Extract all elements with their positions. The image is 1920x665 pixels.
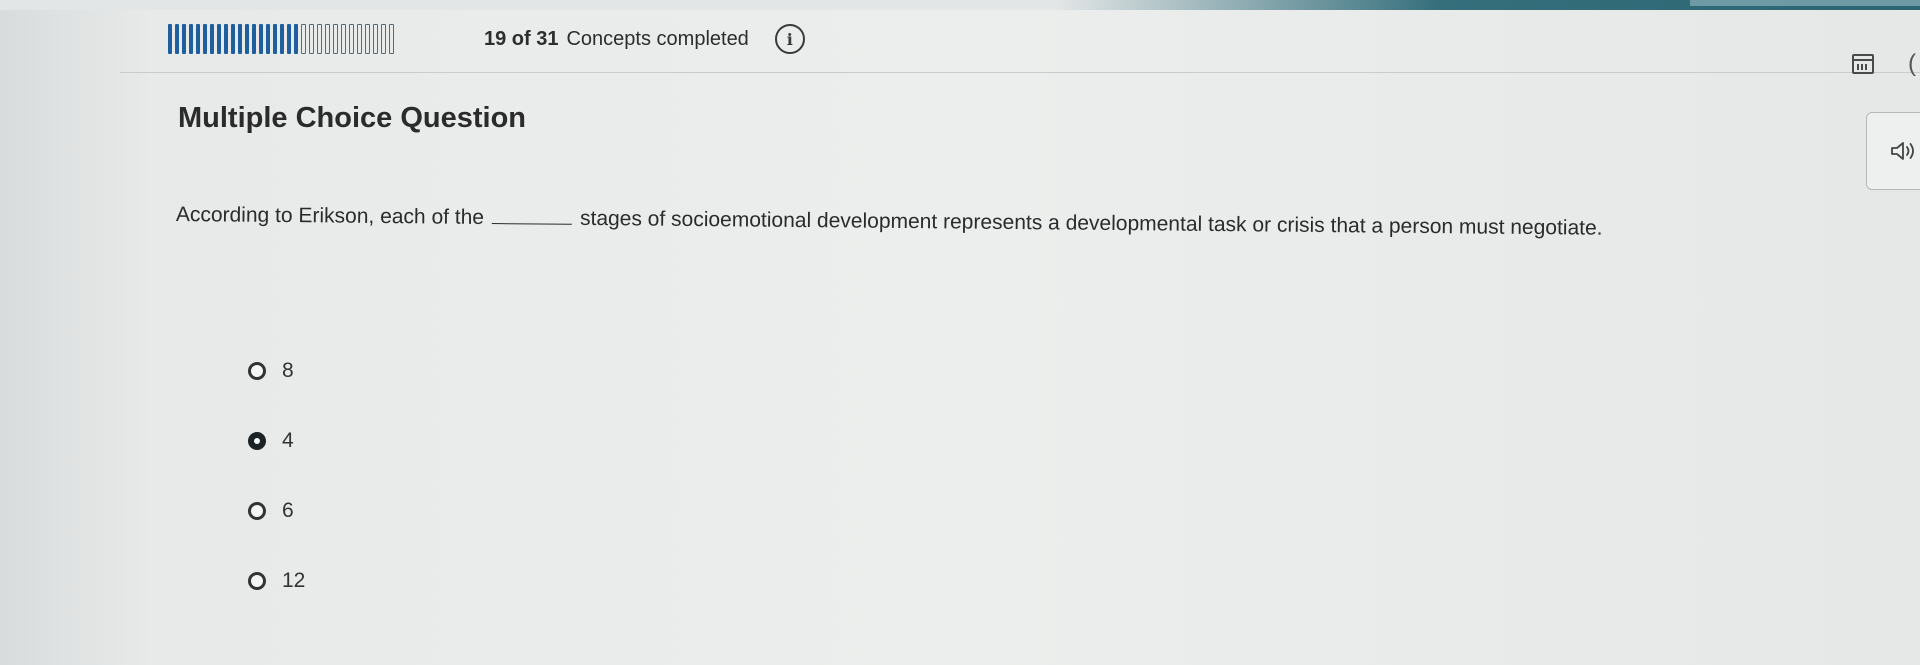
progress-segment-completed <box>266 24 270 54</box>
progress-area: 19 of 31 Concepts completed i <box>168 24 805 54</box>
radio-button[interactable] <box>248 502 266 520</box>
question-text-before: According to Erikson, each of the <box>175 203 485 229</box>
progress-segment-completed <box>287 24 291 54</box>
progress-segment-completed <box>210 24 214 54</box>
progress-segment-remaining <box>333 24 338 54</box>
progress-segment-remaining <box>381 24 386 54</box>
fill-in-blank <box>491 209 573 225</box>
progress-segment-completed <box>168 24 172 54</box>
answer-option-label: 6 <box>282 499 294 522</box>
progress-segment-completed <box>231 24 235 54</box>
cut-off-icon[interactable]: ( <box>1908 50 1916 78</box>
progress-segment-completed <box>175 24 179 54</box>
answer-option-6[interactable]: 6 <box>248 496 305 526</box>
progress-segment-remaining <box>341 24 346 54</box>
progress-segment-completed <box>189 24 193 54</box>
progress-count: 19 of 31 <box>484 27 559 50</box>
progress-segment-remaining <box>349 24 354 54</box>
progress-segment-remaining <box>357 24 362 54</box>
question-prompt: According to Erikson, each of the stages … <box>176 203 1876 243</box>
radio-button[interactable] <box>248 362 266 380</box>
concepts-progress-bar <box>168 24 468 54</box>
header-tab-edge <box>1690 0 1920 6</box>
progress-segment-remaining <box>301 24 306 54</box>
progress-segment-remaining <box>317 24 322 54</box>
answer-option-4[interactable]: 4 <box>248 426 305 456</box>
radio-button[interactable] <box>248 572 266 590</box>
answer-option-label: 8 <box>282 359 294 382</box>
progress-suffix: Concepts completed <box>566 27 749 50</box>
progress-segment-remaining <box>373 24 378 54</box>
progress-segment-remaining <box>389 24 394 54</box>
answer-option-12[interactable]: 12 <box>248 566 305 596</box>
progress-segment-completed <box>217 24 221 54</box>
progress-segment-completed <box>259 24 263 54</box>
speaker-icon <box>1891 142 1914 160</box>
progress-segment-remaining <box>365 24 370 54</box>
question-type-heading: Multiple Choice Question <box>178 102 527 134</box>
radio-button-selected[interactable] <box>248 432 266 450</box>
question-text-after: stages of socioemotional development rep… <box>579 206 1603 240</box>
progress-segment-completed <box>273 24 277 54</box>
header-divider <box>120 72 1920 73</box>
progress-segment-completed <box>196 24 200 54</box>
answer-option-label: 4 <box>282 429 294 452</box>
answer-options: 8 4 6 12 <box>248 356 305 596</box>
progress-segment-remaining <box>309 24 314 54</box>
progress-segment-completed <box>280 24 284 54</box>
progress-segment-completed <box>252 24 256 54</box>
progress-segment-completed <box>294 24 298 54</box>
progress-segment-remaining <box>325 24 330 54</box>
read-aloud-button[interactable] <box>1866 112 1920 190</box>
calendar-icon[interactable] <box>1852 54 1874 74</box>
progress-segment-completed <box>245 24 249 54</box>
progress-label: 19 of 31 Concepts completed <box>484 28 749 51</box>
answer-option-label: 12 <box>282 569 306 592</box>
top-header-strip <box>0 0 1920 10</box>
progress-segment-completed <box>182 24 186 54</box>
progress-segment-completed <box>203 24 207 54</box>
info-icon[interactable]: i <box>774 24 805 54</box>
answer-option-8[interactable]: 8 <box>248 356 305 386</box>
progress-segment-completed <box>238 24 242 54</box>
progress-segment-completed <box>224 24 228 54</box>
